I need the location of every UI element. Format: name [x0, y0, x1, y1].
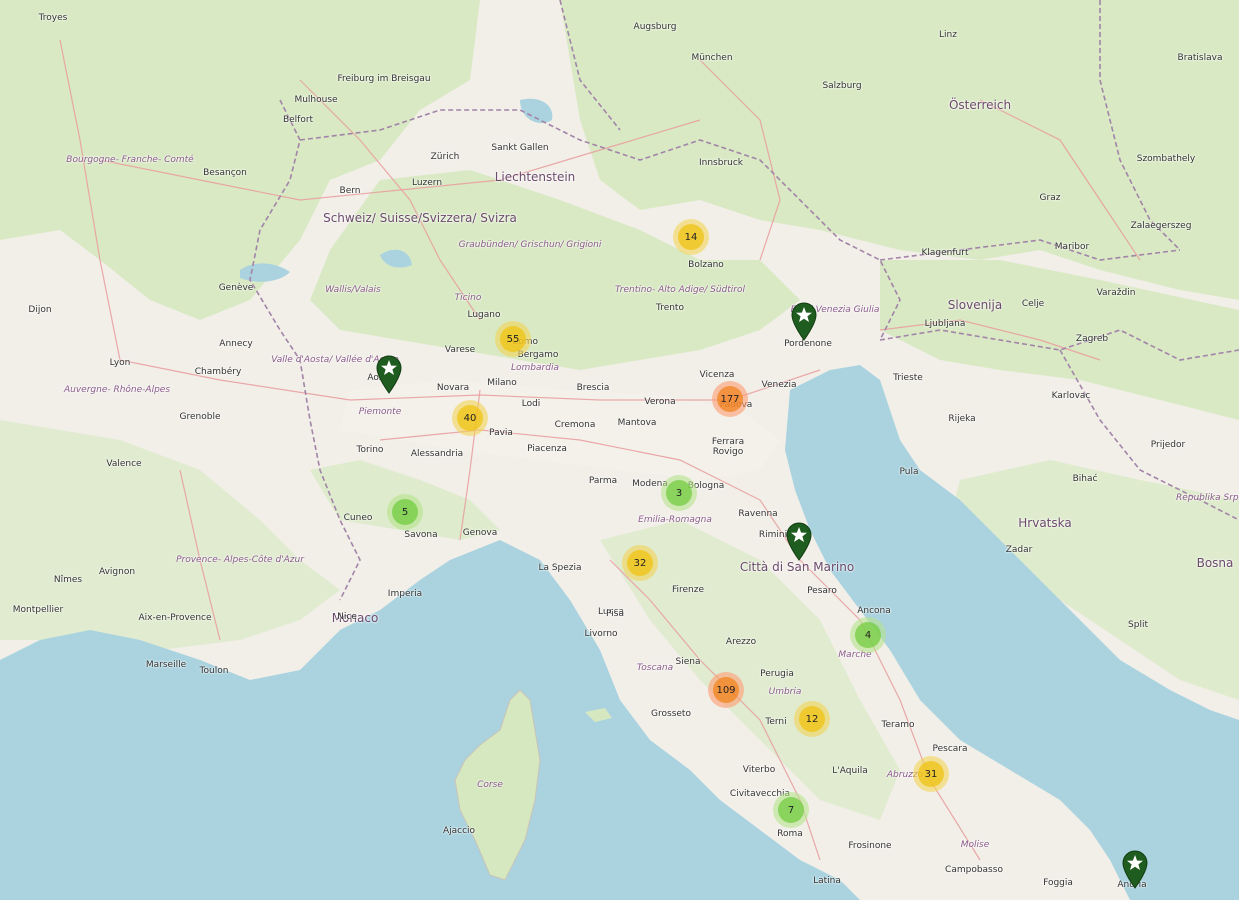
- marker-cluster[interactable]: 7: [773, 792, 809, 828]
- cluster-count: 4: [855, 622, 881, 648]
- marker-cluster[interactable]: 14: [673, 219, 709, 255]
- cluster-count: 177: [717, 386, 743, 412]
- cluster-count: 40: [457, 405, 483, 431]
- marker-cluster[interactable]: 31: [913, 756, 949, 792]
- marker-cluster[interactable]: 4: [850, 617, 886, 653]
- map-view[interactable]: Österreich Liechtenstein Schweiz/ Suisse/S…: [0, 0, 1239, 900]
- cluster-count: 14: [678, 224, 704, 250]
- cluster-count: 5: [392, 499, 418, 525]
- marker-cluster[interactable]: 3: [661, 475, 697, 511]
- marker-cluster[interactable]: 12: [794, 701, 830, 737]
- cluster-count: 55: [500, 326, 526, 352]
- cluster-count: 31: [918, 761, 944, 787]
- cluster-count: 32: [627, 550, 653, 576]
- marker-cluster[interactable]: 32: [622, 545, 658, 581]
- cluster-count: 12: [799, 706, 825, 732]
- cluster-count: 109: [713, 677, 739, 703]
- marker-cluster[interactable]: 177: [712, 381, 748, 417]
- marker-cluster[interactable]: 109: [708, 672, 744, 708]
- map-base-tiles: [0, 0, 1239, 900]
- cluster-count: 3: [666, 480, 692, 506]
- location-pin-marker[interactable]: [375, 354, 403, 394]
- location-pin-marker[interactable]: [1121, 849, 1149, 889]
- marker-cluster[interactable]: 55: [495, 321, 531, 357]
- marker-cluster[interactable]: 5: [387, 494, 423, 530]
- location-pin-marker[interactable]: [790, 301, 818, 341]
- marker-cluster[interactable]: 40: [452, 400, 488, 436]
- location-pin-marker[interactable]: [785, 521, 813, 561]
- cluster-count: 7: [778, 797, 804, 823]
